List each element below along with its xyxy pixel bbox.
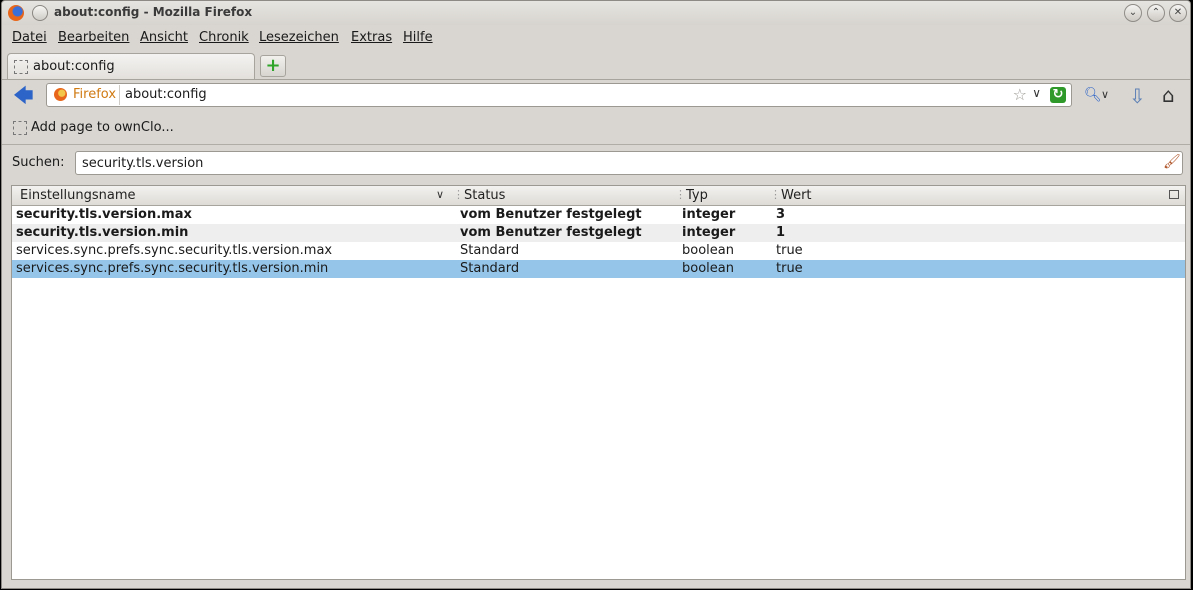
identity-label: Firefox <box>73 87 117 102</box>
table-row[interactable]: services.sync.prefs.sync.security.tls.ve… <box>12 242 1185 260</box>
url-text[interactable]: about:config <box>125 87 207 102</box>
menu-hilfe[interactable]: Hilfe <box>403 30 433 45</box>
clear-search-icon[interactable]: 🖌︎ <box>1163 154 1181 170</box>
pref-name: security.tls.version.min <box>16 225 189 240</box>
menu-bearbeiten[interactable]: Bearbeiten <box>58 30 129 45</box>
pref-name: security.tls.version.max <box>16 207 192 222</box>
pref-value: 3 <box>776 207 786 222</box>
url-bar[interactable]: Firefox about:config ☆ ∨ ↻ <box>46 83 1072 107</box>
column-separator[interactable]: ⋮ <box>770 188 781 201</box>
menu-datei[interactable]: Datei <box>12 30 47 45</box>
back-arrow-icon[interactable]: 🡄 <box>13 85 35 106</box>
table-row[interactable]: security.tls.version.min vom Benutzer fe… <box>12 224 1185 242</box>
table-row-selected[interactable]: services.sync.prefs.sync.security.tls.ve… <box>12 260 1185 278</box>
star-icon[interactable]: ☆ <box>1013 85 1027 104</box>
table-row[interactable]: security.tls.version.max vom Benutzer fe… <box>12 206 1185 224</box>
menu-extras[interactable]: Extras <box>351 30 392 45</box>
pref-type: integer <box>682 207 736 222</box>
menu-ansicht[interactable]: Ansicht <box>140 30 188 45</box>
firefox-window: about:config - Mozilla Firefox ⌄ ⌃ ✕ Dat… <box>1 0 1191 589</box>
sort-descending-icon: ∨ <box>436 188 445 201</box>
pref-status: Standard <box>460 261 520 276</box>
pref-status: Standard <box>460 243 520 258</box>
window-title: about:config - Mozilla Firefox <box>54 5 253 19</box>
about-config-page: Suchen: 🖌︎ Einstellungsname ∨ ⋮ Status ⋮… <box>2 144 1190 588</box>
search-input[interactable] <box>75 151 1183 175</box>
column-header-type[interactable]: Typ <box>686 188 708 203</box>
menu-chronik[interactable]: Chronik <box>199 30 249 45</box>
tab-about-config[interactable]: about:config <box>7 53 255 79</box>
column-separator[interactable]: ⋮ <box>453 188 464 201</box>
tab-bar: about:config + <box>2 51 1190 80</box>
download-icon[interactable]: ⇩ <box>1129 84 1146 108</box>
pref-name: services.sync.prefs.sync.security.tls.ve… <box>16 261 329 276</box>
column-header-name[interactable]: Einstellungsname <box>20 188 136 203</box>
pref-name: services.sync.prefs.sync.security.tls.ve… <box>16 243 333 258</box>
pref-status: vom Benutzer festgelegt <box>460 225 642 240</box>
search-label: Suchen: <box>12 155 65 170</box>
title-bar: about:config - Mozilla Firefox ⌄ ⌃ ✕ <box>2 1 1190 25</box>
search-engine-icon[interactable]: 🔍︎ <box>1084 87 1102 103</box>
tab-label: about:config <box>33 59 115 74</box>
minimize-button[interactable]: ⌄ <box>1124 4 1142 22</box>
firefox-identity-icon <box>54 88 67 101</box>
tree-header: Einstellungsname ∨ ⋮ Status ⋮ Typ ⋮ Wert <box>12 186 1185 206</box>
column-header-value[interactable]: Wert <box>781 188 812 203</box>
preferences-tree[interactable]: Einstellungsname ∨ ⋮ Status ⋮ Typ ⋮ Wert… <box>11 185 1186 580</box>
column-separator[interactable]: ⋮ <box>675 188 686 201</box>
pref-type: integer <box>682 225 736 240</box>
menu-bar: Datei Bearbeiten Ansicht Chronik Lesezei… <box>2 27 1190 49</box>
menu-lesezeichen[interactable]: Lesezeichen <box>259 30 339 45</box>
reload-icon[interactable]: ↻ <box>1050 87 1066 103</box>
home-icon[interactable]: ⌂ <box>1162 83 1175 107</box>
bookmark-add-page[interactable]: Add page to ownClo... <box>31 120 174 135</box>
window-menu-button[interactable] <box>32 5 48 21</box>
dropdown-icon[interactable]: ∨ <box>1032 86 1041 100</box>
pref-type: boolean <box>682 243 734 258</box>
close-button[interactable]: ✕ <box>1169 4 1187 22</box>
search-engine-dropdown-icon[interactable]: ∨ <box>1101 88 1109 101</box>
blank-page-icon <box>14 60 28 74</box>
pref-type: boolean <box>682 261 734 276</box>
column-picker-icon[interactable] <box>1169 190 1179 199</box>
pref-value: true <box>776 243 803 258</box>
maximize-button[interactable]: ⌃ <box>1147 4 1165 22</box>
pref-value: true <box>776 261 803 276</box>
navigation-bar: 🡄 Firefox about:config ☆ ∨ ↻ 🔍︎ ∨ ⇩ ⌂ <box>2 80 1190 112</box>
bookmark-page-icon <box>13 121 27 135</box>
bookmarks-bar: Add page to ownClo... <box>2 115 1190 141</box>
new-tab-button[interactable]: + <box>260 55 286 77</box>
pref-status: vom Benutzer festgelegt <box>460 207 642 222</box>
identity-box[interactable]: Firefox <box>49 85 120 105</box>
column-header-status[interactable]: Status <box>464 188 505 203</box>
firefox-logo-icon <box>8 5 24 21</box>
pref-value: 1 <box>776 225 786 240</box>
